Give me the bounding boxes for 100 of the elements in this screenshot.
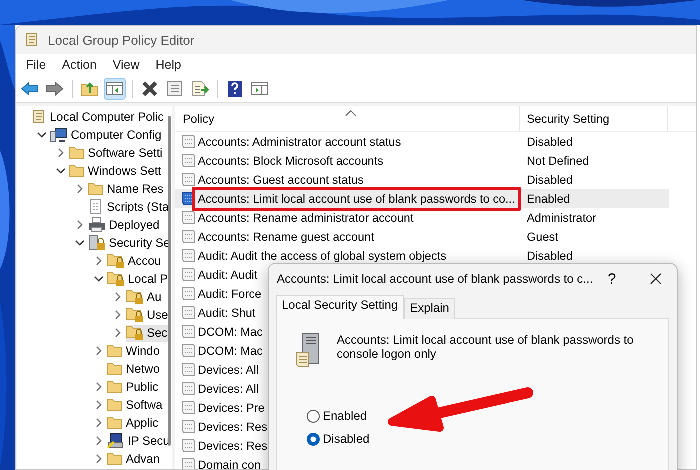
document-icon (88, 199, 104, 215)
folder-icon (69, 164, 85, 178)
locked-folder-icon (126, 289, 144, 305)
table-cell-text: Disabled (526, 248, 573, 262)
table-cell: Audit: Shut (198, 306, 256, 320)
folder-icon (107, 398, 123, 412)
radio-label: Disabled (323, 432, 370, 446)
server-lock-icon (88, 235, 106, 251)
table-cell: Accounts: Rename administrator account (198, 210, 414, 224)
tab[interactable]: Explain (404, 298, 456, 319)
close-icon (650, 273, 662, 285)
toolbar-button[interactable] (104, 78, 126, 100)
folder-icon (69, 146, 85, 160)
tree-item[interactable]: Use (126, 306, 170, 324)
table-cell: Audit: Force (198, 286, 262, 300)
pane-icon (251, 81, 269, 97)
tree-item[interactable]: Deployed (88, 216, 161, 234)
tree-item[interactable]: Advan (107, 450, 162, 468)
table-cell: Domain con (198, 458, 261, 469)
folder-icon (107, 362, 123, 376)
computer-key-icon (107, 433, 125, 449)
table-cell: Audit: Audit (198, 268, 258, 282)
chevron-down-icon (94, 274, 104, 284)
tree-item[interactable]: Applic (107, 414, 160, 432)
radio-label: Enabled (323, 409, 368, 423)
scrollbar[interactable] (168, 116, 171, 446)
chevron-right-icon (56, 148, 66, 158)
folder-icon (107, 452, 123, 466)
chevron-down-icon (56, 166, 66, 176)
tree-item[interactable]: Name Res (88, 180, 165, 198)
export-icon (191, 81, 209, 97)
locked-folder-icon (126, 307, 144, 323)
computer-icon (50, 127, 68, 143)
tree-item[interactable]: Windo (107, 342, 162, 360)
window-title: Local Group Policy Editor (48, 32, 195, 48)
scroll-icon (24, 32, 40, 48)
selected-row[interactable]: Accounts: Limit local account use of blank passwords to co... Enabled (175, 189, 669, 208)
table-cell: Accounts: Block Microsoft accounts (198, 154, 384, 168)
tab[interactable]: Local Security Setting (276, 295, 404, 319)
table-cell: DCOM: Mac (198, 324, 263, 338)
table-cell: Accounts: Rename guest account (198, 230, 374, 244)
tree-item[interactable]: Local P (107, 270, 170, 288)
table-cell: Devices: All (198, 382, 259, 396)
printer-icon (88, 217, 106, 233)
locked-folder-icon (107, 253, 125, 269)
table-cell: Accounts: Guest account status (198, 172, 364, 186)
table-cell-text: Not Defined (526, 154, 590, 168)
tree-item[interactable]: Au (126, 288, 163, 306)
tree-item[interactable]: Sec (126, 324, 169, 342)
tree-item[interactable]: Scripts (Sta (88, 198, 170, 216)
chevron-right-icon (94, 256, 104, 266)
radio-button[interactable] (307, 410, 320, 422)
table-cell: Devices: All (198, 362, 259, 376)
table-cell: Accounts: Limit local account use of blank passwords to co... (198, 192, 516, 206)
table-cell: Devices: Res (198, 438, 268, 452)
table-cell: DCOM: Mac (198, 344, 263, 358)
properties-icon (166, 81, 184, 97)
chevron-down-icon (37, 130, 47, 140)
tree-item[interactable]: Local Computer Polic (31, 108, 166, 126)
table-cell: Audit: Audit the access of global system objects (198, 248, 447, 262)
chevron-right-icon (75, 220, 85, 230)
column-header[interactable]: Security Setting (520, 106, 668, 131)
delete-icon (141, 81, 159, 97)
chevron-right-icon (75, 184, 85, 194)
tree-item[interactable]: Softwa (107, 396, 164, 414)
table-cell: Devices: Res (198, 420, 268, 434)
pane-icon (106, 81, 124, 97)
folder-icon (107, 380, 123, 394)
tree-item[interactable]: Computer Config (50, 126, 163, 144)
table-cell-text: Disabled (526, 172, 573, 186)
tree-item[interactable]: Software Setti (69, 144, 164, 162)
table-cell-text: Administrator (526, 210, 596, 224)
dialog-title: Accounts: Limit local account use of blank passwords to c... (277, 272, 594, 286)
scroll-icon (31, 109, 47, 125)
menu-item[interactable]: Help (148, 58, 190, 72)
chevron-down-icon (75, 238, 85, 248)
locked-folder-icon (126, 325, 144, 341)
folder-up-icon (81, 81, 99, 97)
help-icon (227, 80, 243, 98)
forward-arrow-icon (45, 81, 65, 97)
table-cell: Accounts: Administrator account status (198, 134, 402, 148)
menu-item[interactable]: File (18, 58, 54, 72)
table-cell-text: Enabled (526, 192, 570, 206)
back-arrow-icon (20, 81, 40, 97)
help-button[interactable]: ? (597, 270, 627, 288)
locked-folder-icon (107, 271, 125, 287)
tree-item[interactable]: Netwo (107, 360, 162, 378)
folder-icon (88, 182, 104, 196)
tree-item[interactable]: Accou (107, 252, 162, 270)
sort-caret-icon (345, 110, 357, 117)
table-cell-text: Guest (526, 230, 558, 244)
table-cell: Devices: Pre (198, 400, 265, 414)
table-cell-text: Disabled (526, 134, 573, 148)
tree-item[interactable]: Windows Sett (69, 162, 162, 180)
folder-icon (107, 344, 123, 358)
tree-item[interactable]: Public (107, 378, 160, 396)
menu-item[interactable]: View (104, 58, 148, 72)
menu-item[interactable]: Action (54, 58, 105, 72)
radio-button[interactable] (307, 432, 320, 446)
column-header[interactable]: Policy (175, 106, 520, 131)
